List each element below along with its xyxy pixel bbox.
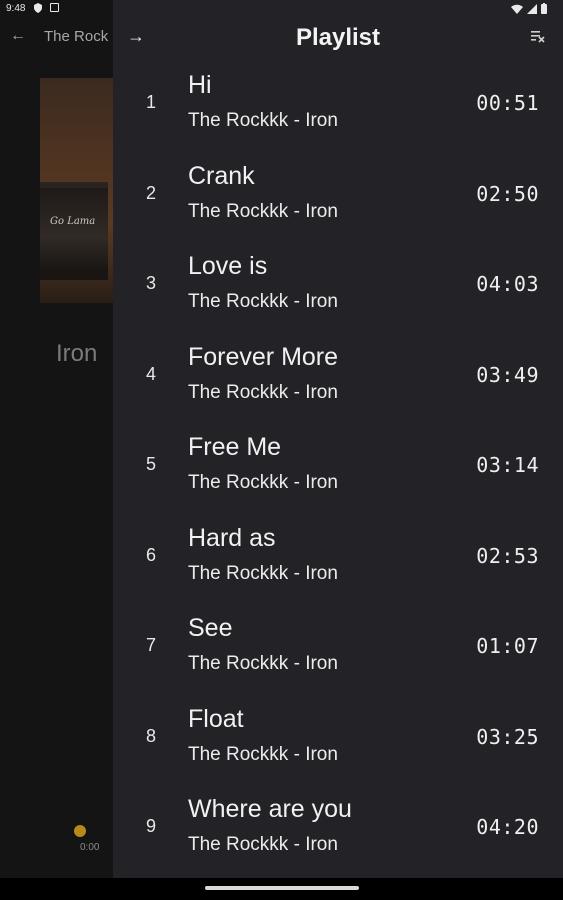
status-bar: 9:48 — [0, 0, 563, 20]
track-duration: 04:20 — [476, 815, 539, 839]
track-number: 1 — [145, 92, 156, 112]
playlist-title: Playlist — [295, 24, 381, 51]
track-number: 6 — [145, 544, 156, 565]
track-artist-album: The Rockkk - Iron — [188, 834, 338, 855]
list-item[interactable]: 1 Hi The Rockkk - Iron 00:51 — [113, 66, 563, 157]
track-title: Love is — [188, 252, 268, 280]
track-title: Float — [188, 704, 244, 733]
list-item[interactable]: 7 See The Rockkk - Iron 01:07 — [113, 609, 563, 700]
back-arrow-icon[interactable]: ← — [10, 27, 26, 45]
track-duration: 03:14 — [476, 453, 539, 477]
status-time: 9:48 — [6, 3, 26, 14]
now-playing-title: Iron — [56, 340, 98, 367]
track-number: 4 — [145, 363, 156, 384]
background-header: ← The Rock — [10, 27, 108, 45]
track-artist-album: The Rockkk - Iron — [188, 200, 338, 222]
track-number: 8 — [145, 725, 156, 746]
seek-handle[interactable] — [74, 825, 86, 837]
elapsed-time: 0:00 — [80, 842, 100, 853]
track-title: Where are you — [188, 795, 352, 823]
sim-icon — [50, 3, 59, 12]
clear-queue-icon[interactable] — [531, 29, 545, 43]
playlist-list: 1 Hi The Rockkk - Iron 00:51 2 Crank The… — [113, 66, 563, 881]
wifi-icon — [511, 4, 523, 14]
list-item[interactable]: 2 Crank The Rockkk - Iron 02:50 — [113, 157, 563, 248]
track-artist-album: The Rockkk - Iron — [188, 110, 338, 131]
list-item[interactable]: 3 Love is The Rockkk - Iron 04:03 — [113, 247, 563, 338]
track-artist-album: The Rockkk - Iron — [188, 291, 338, 312]
track-number: 9 — [145, 816, 156, 836]
track-artist-album: The Rockkk - Iron — [188, 562, 338, 584]
battery-icon — [541, 3, 547, 14]
track-artist-album: The Rockkk - Iron — [188, 653, 338, 674]
track-duration: 02:53 — [476, 543, 539, 568]
track-duration: 03:25 — [476, 724, 539, 749]
track-duration: 03:49 — [476, 362, 539, 387]
track-number: 2 — [145, 182, 156, 203]
track-number: 3 — [145, 273, 156, 293]
track-artist-album: The Rockkk - Iron — [188, 743, 338, 765]
album-title: The Rock — [44, 27, 109, 45]
track-number: 5 — [145, 454, 156, 474]
list-item[interactable]: 9 Where are you The Rockkk - Iron 04:20 — [113, 790, 563, 881]
track-duration: 02:50 — [476, 181, 539, 206]
list-item[interactable]: 5 Free Me The Rockkk - Iron 03:14 — [113, 428, 563, 519]
track-title: Hard as — [188, 523, 276, 552]
status-right-icons — [511, 3, 547, 14]
track-title: Hi — [188, 71, 212, 99]
amp-logo: Go Lama — [50, 216, 96, 227]
shield-icon — [34, 3, 42, 13]
track-title: Forever More — [188, 342, 339, 371]
home-gesture-handle[interactable] — [205, 886, 359, 890]
list-item[interactable]: 8 Float The Rockkk - Iron 03:25 — [113, 700, 563, 791]
playlist-header: → Playlist — [113, 20, 563, 58]
album-art-amp: Go Lama — [40, 182, 108, 280]
playlist-drawer: → Playlist 1 Hi The Rockkk - Iron 00:51 … — [113, 0, 563, 878]
track-title: Crank — [188, 161, 255, 190]
list-item[interactable]: 6 Hard as The Rockkk - Iron 02:53 — [113, 519, 563, 610]
track-artist-album: The Rockkk - Iron — [188, 381, 338, 403]
track-title: See — [188, 614, 233, 642]
signal-icon — [527, 3, 537, 14]
track-duration: 04:03 — [476, 272, 539, 296]
track-duration: 00:51 — [476, 91, 539, 115]
list-item[interactable]: 4 Forever More The Rockkk - Iron 03:49 — [113, 338, 563, 429]
track-duration: 01:07 — [476, 634, 539, 658]
track-number: 7 — [145, 635, 156, 655]
track-artist-album: The Rockkk - Iron — [188, 472, 338, 493]
track-title: Free Me — [188, 433, 282, 461]
